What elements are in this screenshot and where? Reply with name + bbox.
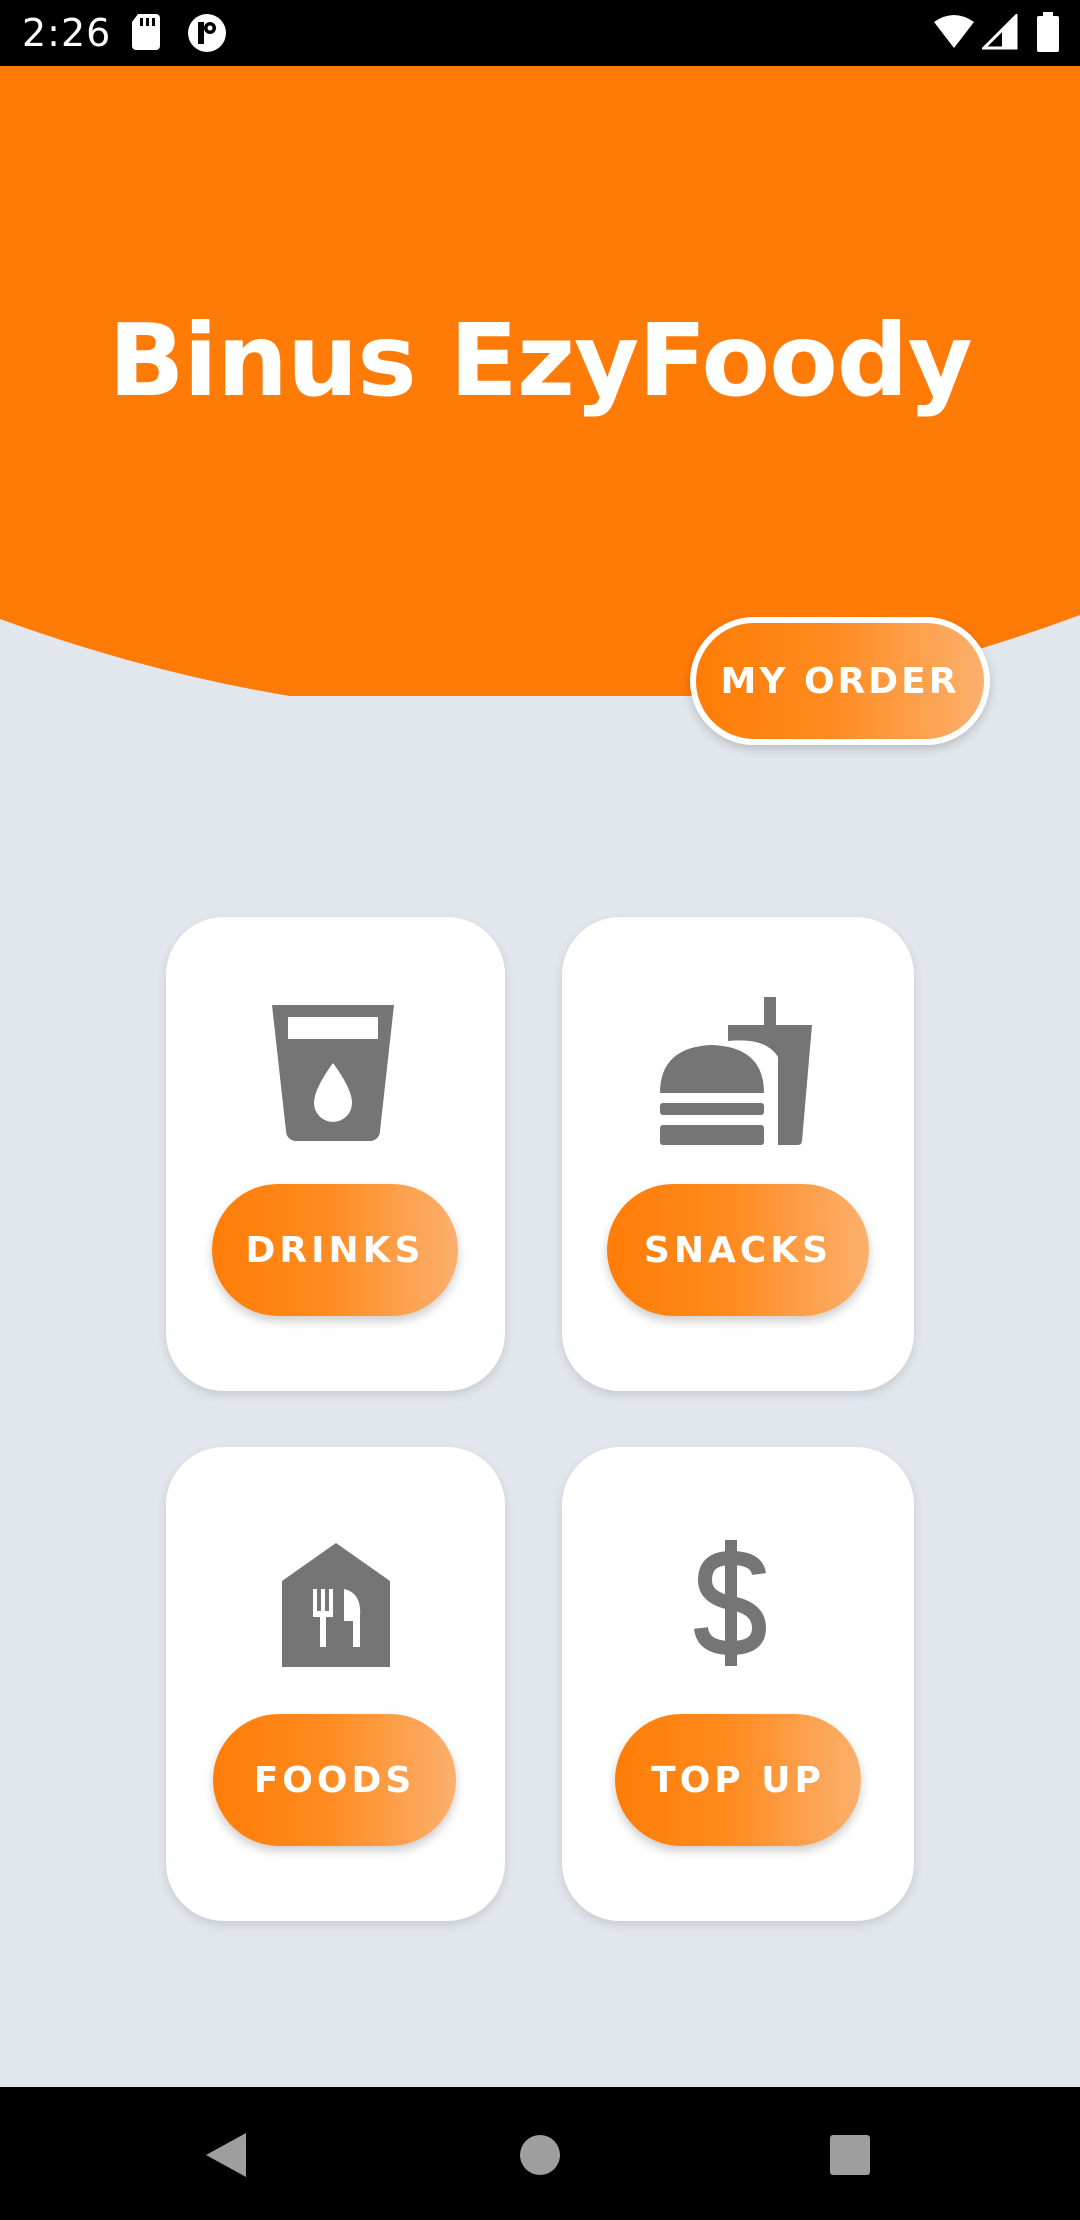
status-time: 2:26	[22, 11, 112, 55]
topup-button[interactable]: TOP UP	[615, 1714, 861, 1846]
drinks-button[interactable]: DRINKS	[212, 1184, 458, 1316]
home-icon[interactable]	[518, 2133, 562, 2177]
back-icon[interactable]	[204, 2131, 248, 2179]
foods-button[interactable]: FOODS	[213, 1714, 456, 1846]
snacks-card[interactable]: SNACKS	[562, 917, 914, 1391]
drinks-card[interactable]: DRINKS	[166, 917, 505, 1391]
navigation-bar	[0, 2087, 1080, 2220]
app-title: Binus EzyFoody	[108, 302, 972, 419]
foods-card[interactable]: FOODS	[166, 1447, 505, 1921]
my-order-button[interactable]: MY ORDER	[690, 617, 990, 745]
wifi-icon	[934, 15, 974, 48]
dollar-icon	[694, 1540, 767, 1666]
restaurant-house-icon	[282, 1543, 390, 1667]
notification-app-icon	[188, 14, 226, 52]
recents-icon[interactable]	[829, 2134, 871, 2176]
status-bar: 2:26	[0, 0, 1080, 66]
drink-cup-icon	[272, 1005, 394, 1141]
cell-signal-icon	[982, 14, 1018, 50]
sd-card-icon	[132, 14, 160, 50]
snacks-button[interactable]: SNACKS	[607, 1184, 869, 1316]
battery-icon	[1037, 12, 1059, 52]
fastfood-icon	[660, 997, 812, 1145]
topup-card[interactable]: TOP UP	[562, 1447, 914, 1921]
